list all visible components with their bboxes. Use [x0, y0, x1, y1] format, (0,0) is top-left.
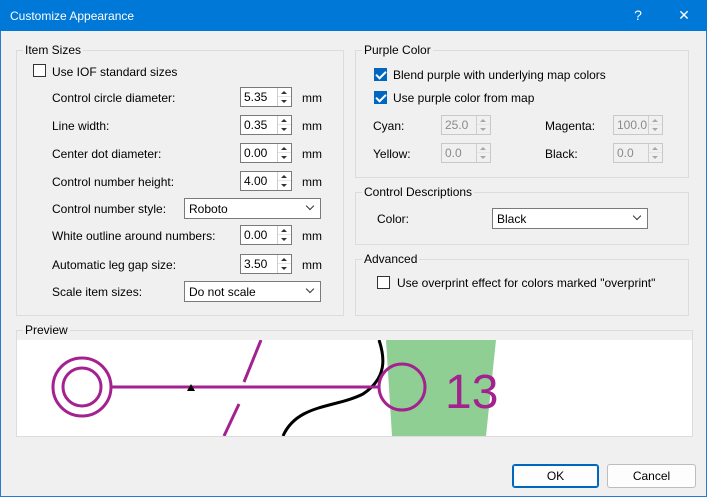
cyan-stepper[interactable] — [441, 115, 491, 135]
magenta-input[interactable] — [614, 116, 650, 134]
spin-up-icon[interactable] — [649, 144, 662, 153]
yellow-label: Yellow: — [373, 147, 411, 161]
chevron-down-icon — [305, 284, 315, 294]
spin-up-icon[interactable] — [278, 255, 291, 264]
spin-down-icon[interactable] — [278, 235, 291, 244]
number-height-stepper[interactable] — [240, 171, 292, 191]
chevron-down-icon — [305, 201, 315, 211]
leg-gap-input[interactable] — [241, 255, 277, 273]
item-sizes-legend: Item Sizes — [23, 43, 84, 57]
advanced-legend: Advanced — [362, 252, 420, 266]
circle-diameter-stepper[interactable] — [240, 87, 292, 107]
outline-input[interactable] — [241, 226, 277, 244]
window-title: Customize Appearance — [10, 9, 135, 23]
line-width-stepper[interactable] — [240, 115, 292, 135]
overprint-checkbox[interactable] — [377, 276, 390, 289]
unit-label: mm — [302, 147, 322, 161]
magenta-stepper[interactable] — [613, 115, 663, 135]
leg-gap-stepper[interactable] — [240, 254, 292, 274]
number-style-value: Roboto — [189, 202, 228, 216]
description-color-value: Black — [497, 212, 527, 226]
overprint-label: Use overprint effect for colors marked "… — [397, 276, 656, 290]
blend-label: Blend purple with underlying map colors — [393, 68, 606, 82]
control-descriptions-legend: Control Descriptions — [362, 185, 475, 199]
blend-checkbox[interactable] — [374, 68, 387, 81]
spin-down-icon[interactable] — [649, 153, 662, 162]
purple-color-legend: Purple Color — [362, 43, 433, 57]
title-bar: Customize Appearance ? ✕ — [0, 0, 707, 31]
yellow-input[interactable] — [442, 144, 478, 162]
ok-button[interactable]: OK — [512, 464, 599, 488]
spin-down-icon[interactable] — [278, 264, 291, 273]
circle-diameter-label: Control circle diameter: — [52, 91, 176, 105]
close-button[interactable]: ✕ — [664, 0, 704, 31]
center-dot-label: Center dot diameter: — [52, 147, 162, 161]
spin-up-icon[interactable] — [278, 88, 291, 97]
spin-up-icon[interactable] — [649, 116, 662, 125]
scale-value: Do not scale — [189, 285, 256, 299]
spin-down-icon[interactable] — [278, 97, 291, 106]
preview-canvas: 13 — [17, 340, 692, 436]
cyan-input[interactable] — [442, 116, 478, 134]
spin-up-icon[interactable] — [477, 144, 490, 153]
number-height-input[interactable] — [241, 172, 277, 190]
scale-select[interactable]: Do not scale — [184, 281, 321, 302]
unit-label: mm — [302, 175, 322, 189]
number-style-label: Control number style: — [52, 202, 167, 216]
spin-up-icon[interactable] — [278, 116, 291, 125]
cancel-button[interactable]: Cancel — [607, 464, 696, 488]
unit-label: mm — [302, 229, 322, 243]
spin-down-icon[interactable] — [278, 181, 291, 190]
preview-legend: Preview — [23, 323, 70, 337]
unit-label: mm — [302, 258, 322, 272]
center-dot-stepper[interactable] — [240, 143, 292, 163]
circle-diameter-input[interactable] — [241, 88, 277, 106]
line-width-input[interactable] — [241, 116, 277, 134]
yellow-stepper[interactable] — [441, 143, 491, 163]
description-color-select[interactable]: Black — [492, 208, 648, 229]
number-style-select[interactable]: Roboto — [184, 198, 321, 219]
cyan-label: Cyan: — [373, 119, 405, 133]
black-label: Black: — [545, 147, 578, 161]
control-number-label: 13 — [445, 366, 498, 419]
unit-label: mm — [302, 119, 322, 133]
center-dot-input[interactable] — [241, 144, 277, 162]
magenta-label: Magenta: — [545, 119, 596, 133]
unit-label: mm — [302, 91, 322, 105]
spin-down-icon[interactable] — [649, 125, 662, 134]
use-iof-label: Use IOF standard sizes — [52, 65, 178, 79]
help-button[interactable]: ? — [618, 0, 658, 31]
spin-down-icon[interactable] — [477, 153, 490, 162]
outline-label: White outline around numbers: — [52, 229, 216, 243]
spin-up-icon[interactable] — [477, 116, 490, 125]
spin-up-icon[interactable] — [278, 226, 291, 235]
spin-down-icon[interactable] — [278, 125, 291, 134]
spin-down-icon[interactable] — [477, 125, 490, 134]
black-stepper[interactable] — [613, 143, 663, 163]
black-input[interactable] — [614, 144, 650, 162]
spin-up-icon[interactable] — [278, 172, 291, 181]
scale-label: Scale item sizes: — [52, 285, 143, 299]
outline-stepper[interactable] — [240, 225, 292, 245]
use-map-purple-checkbox[interactable] — [374, 91, 387, 104]
line-width-label: Line width: — [52, 119, 110, 133]
use-map-purple-label: Use purple color from map — [393, 91, 535, 105]
number-height-label: Control number height: — [52, 175, 175, 189]
spin-down-icon[interactable] — [278, 153, 291, 162]
spin-up-icon[interactable] — [278, 144, 291, 153]
use-iof-checkbox[interactable] — [33, 64, 46, 77]
chevron-down-icon — [632, 211, 642, 221]
leg-gap-label: Automatic leg gap size: — [52, 258, 177, 272]
color-label: Color: — [377, 212, 410, 226]
